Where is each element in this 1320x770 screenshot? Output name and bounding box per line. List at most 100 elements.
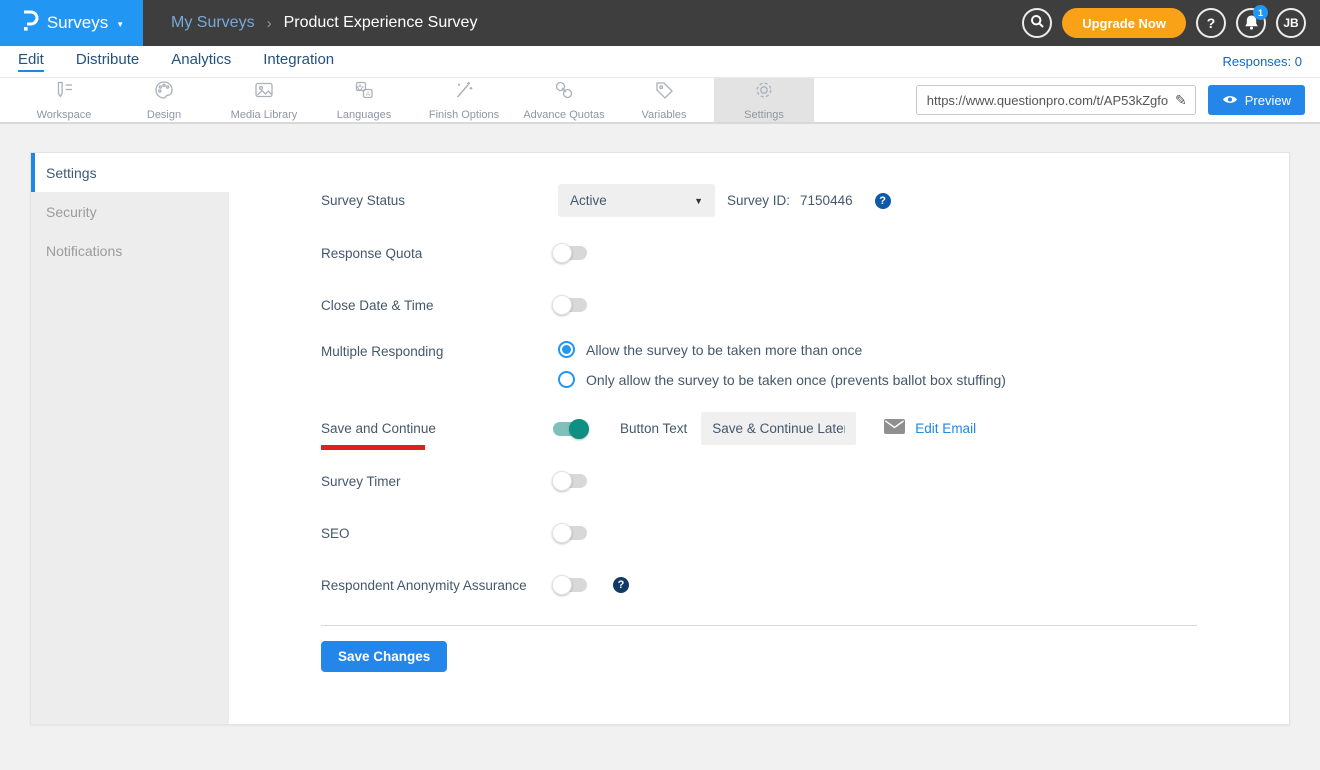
toggle-knob [552,243,572,263]
survey-timer-label: Survey Timer [321,474,558,489]
notifications-button[interactable]: 1 [1236,8,1266,38]
survey-url-box: ✎ [916,85,1196,115]
edit-email-link[interactable]: Edit Email [884,419,976,439]
survey-id-help-icon[interactable]: ? [875,193,891,209]
multiple-responding-row: Multiple Responding Allow the survey to … [321,341,1197,388]
form-divider [321,625,1197,626]
multiple-responding-options: Allow the survey to be taken more than o… [558,341,1006,388]
respondent-anonymity-row: Respondent Anonymity Assurance ? [321,569,1197,601]
settings-card: Settings Security Notifications Survey S… [30,152,1290,725]
radio-dot [562,345,571,354]
edit-email-label: Edit Email [915,421,976,436]
radio-button-unselected[interactable] [558,371,575,388]
toolbar-right: ✎ Preview [814,78,1305,122]
survey-status-label: Survey Status [321,193,558,208]
preview-button[interactable]: Preview [1208,85,1305,115]
survey-timer-toggle[interactable] [553,474,587,488]
toolbar-label: Design [147,109,181,121]
seo-label: SEO [321,526,558,541]
survey-toolbar: Workspace Design Media Library [0,78,1320,124]
save-and-continue-label-wrap: Save and Continue [321,421,558,436]
breadcrumb: My Surveys › Product Experience Survey [171,14,1022,32]
toolbar-label: Variables [641,109,686,121]
product-switcher[interactable]: Surveys ▼ [0,0,143,46]
chevron-down-icon: ▼ [694,196,703,206]
radio-allow-multiple-label: Allow the survey to be taken more than o… [586,342,862,358]
toolbar-item-settings[interactable]: Settings [714,78,814,122]
header-actions: Upgrade Now ? 1 JB [1022,8,1306,38]
seo-row: SEO [321,517,1197,549]
product-label: Surveys [47,13,108,33]
preview-label: Preview [1245,93,1291,108]
toolbar-item-finish-options[interactable]: Finish Options [414,78,514,122]
chain-links-icon [553,79,575,106]
tab-distribute[interactable]: Distribute [76,51,139,72]
save-and-continue-label: Save and Continue [321,421,436,436]
toolbar-label: Settings [744,109,784,121]
toolbar-label: Advance Quotas [523,109,604,121]
tab-edit[interactable]: Edit [18,51,44,72]
toolbar-label: Finish Options [429,109,499,121]
close-date-time-label: Close Date & Time [321,298,558,313]
sidebar-item-notifications[interactable]: Notifications [31,231,229,270]
button-text-label: Button Text [620,421,687,436]
response-quota-toggle[interactable] [553,246,587,260]
top-header: Surveys ▼ My Surveys › Product Experienc… [0,0,1320,46]
toolbar-item-advance-quotas[interactable]: Advance Quotas [514,78,614,122]
section-tabs: Edit Distribute Analytics Integration [18,51,1223,72]
radio-allow-multiple[interactable]: Allow the survey to be taken more than o… [558,341,1006,358]
button-text-input[interactable] [701,412,856,445]
respondent-anonymity-toggle[interactable] [553,578,587,592]
palette-icon [153,79,175,106]
translate-icon: A [353,79,375,106]
breadcrumb-separator: › [267,15,272,32]
gear-icon [753,79,775,106]
tab-integration[interactable]: Integration [263,51,334,72]
survey-status-dropdown[interactable]: Active ▼ [558,184,715,217]
tag-icon [653,79,675,106]
survey-id-label: Survey ID: [727,193,790,208]
section-tabbar: Edit Distribute Analytics Integration Re… [0,46,1320,78]
save-and-continue-toggle[interactable] [553,422,587,436]
page-title: Product Experience Survey [284,14,478,32]
radio-button-selected[interactable] [558,341,575,358]
tab-analytics[interactable]: Analytics [171,51,231,72]
question-mark-icon: ? [1207,15,1216,31]
response-quota-label: Response Quota [321,246,558,261]
toolbar-label: Media Library [231,109,298,121]
edit-url-pencil-icon[interactable]: ✎ [1175,92,1187,109]
toolbar-item-media-library[interactable]: Media Library [214,78,314,122]
seo-toggle[interactable] [553,526,587,540]
toggle-knob [552,523,572,543]
avatar[interactable]: JB [1276,8,1306,38]
settings-main: Survey Status Active ▼ Survey ID: 715044… [229,153,1289,724]
survey-timer-row: Survey Timer [321,465,1197,497]
toolbar-item-languages[interactable]: A Languages [314,78,414,122]
search-button[interactable] [1022,8,1052,38]
workspace-icon [53,79,75,106]
red-highlight-underline [321,445,425,450]
upgrade-now-button[interactable]: Upgrade Now [1062,8,1186,38]
toolbar-item-design[interactable]: Design [114,78,214,122]
toolbar-item-variables[interactable]: Variables [614,78,714,122]
save-and-continue-label-inner: Save and Continue [321,421,436,436]
svg-text:A: A [366,91,371,98]
help-button[interactable]: ? [1196,8,1226,38]
multiple-responding-label: Multiple Responding [321,344,558,359]
save-changes-button[interactable]: Save Changes [321,641,447,672]
radio-only-once[interactable]: Only allow the survey to be taken once (… [558,371,1006,388]
envelope-icon [884,419,905,439]
notification-badge: 1 [1253,5,1268,20]
survey-url-input[interactable] [927,93,1175,108]
radio-dot [562,375,571,384]
sidebar-item-security[interactable]: Security [31,192,229,231]
sidebar-item-settings[interactable]: Settings [31,153,229,192]
header-bar: My Surveys › Product Experience Survey U… [143,0,1320,46]
magic-wand-icon [453,79,475,106]
toggle-knob [552,295,572,315]
close-date-time-toggle[interactable] [553,298,587,312]
breadcrumb-parent[interactable]: My Surveys [171,14,255,32]
settings-sidebar: Settings Security Notifications [31,153,229,724]
anonymity-help-icon[interactable]: ? [613,577,629,593]
toolbar-item-workspace[interactable]: Workspace [14,78,114,122]
